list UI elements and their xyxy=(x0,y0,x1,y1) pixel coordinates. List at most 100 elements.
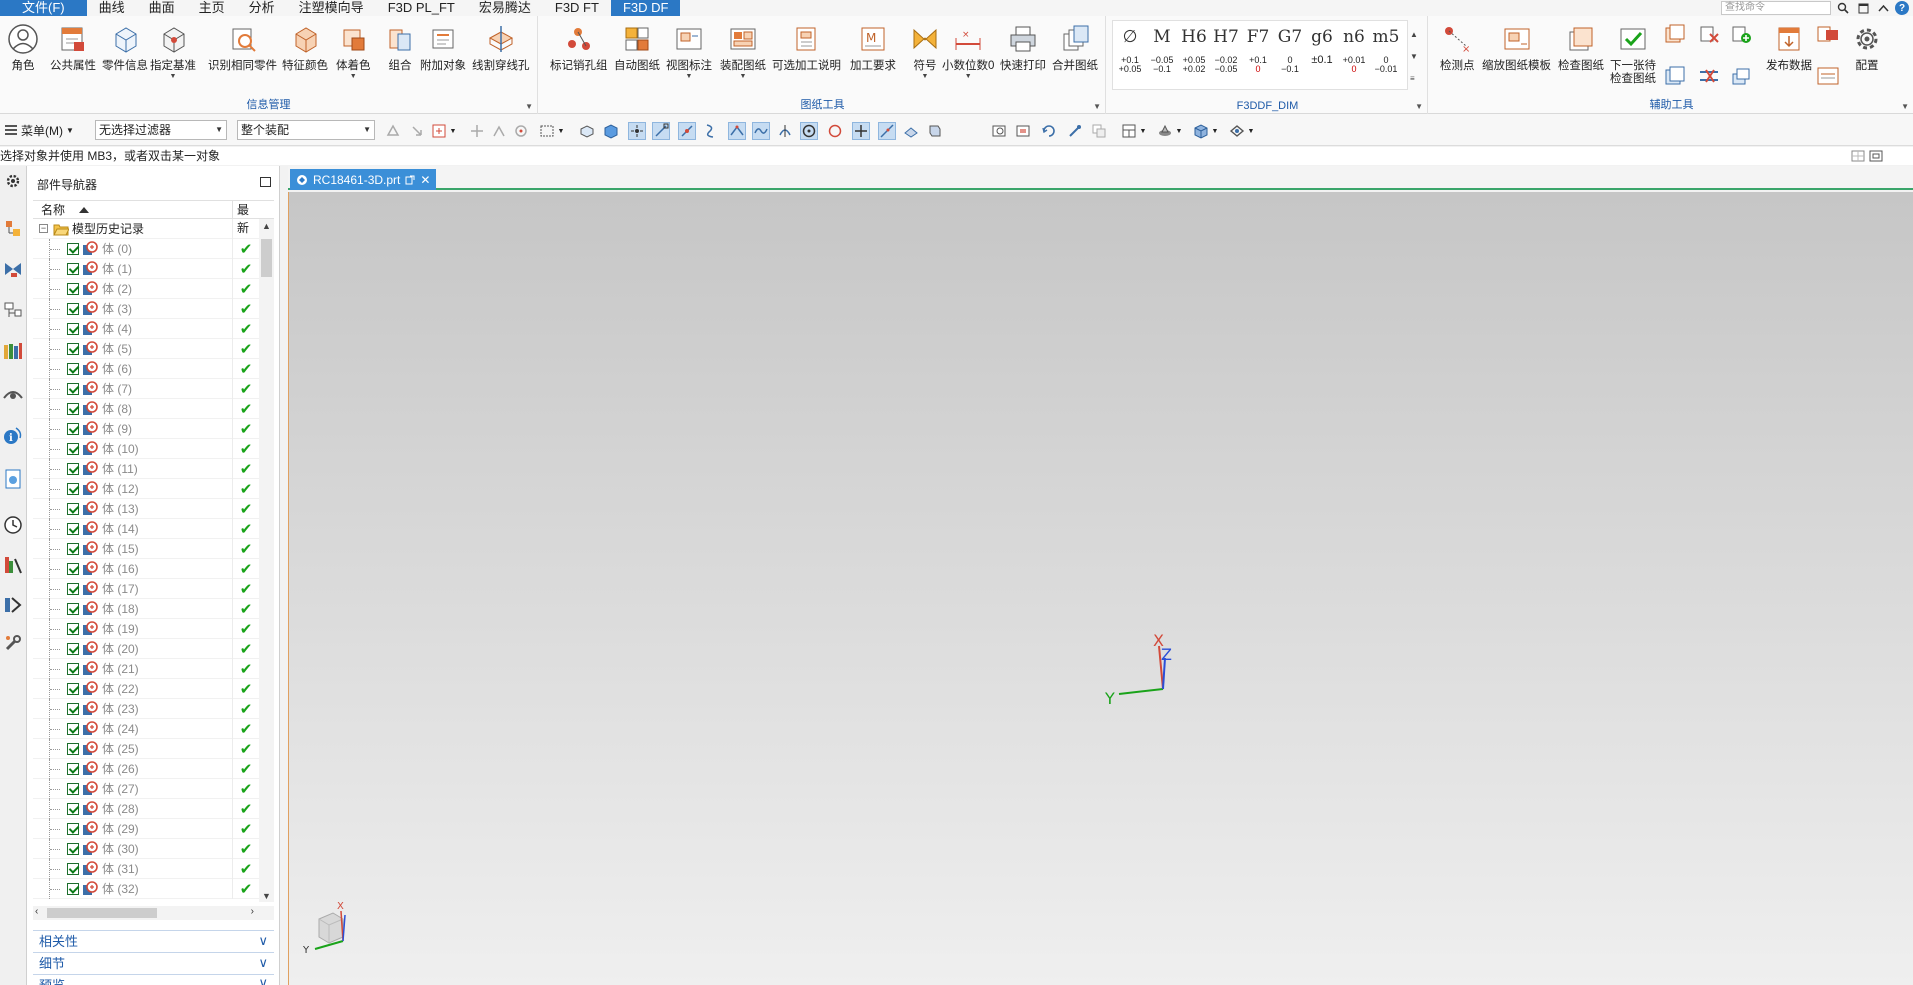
visibility-checkbox[interactable] xyxy=(67,442,79,455)
chevron-down-icon[interactable]: ▼ xyxy=(1210,122,1220,140)
menu-f3d-df[interactable]: F3D DF xyxy=(610,0,681,16)
menu-hongyi[interactable]: 宏易腾达 xyxy=(467,0,543,16)
tree-body-row[interactable]: 体 (14) ✔ xyxy=(33,518,274,539)
select-move-icon[interactable] xyxy=(468,122,486,140)
visibility-checkbox[interactable] xyxy=(67,702,79,715)
layout-icon[interactable] xyxy=(1120,122,1138,140)
view-orient-icon[interactable] xyxy=(1090,122,1108,140)
view-cube-icon[interactable] xyxy=(602,122,620,140)
chevron-down-icon[interactable]: ▼ xyxy=(1138,122,1148,140)
tree-body-row[interactable]: 体 (11) ✔ xyxy=(33,458,274,479)
snap-arrow-icon[interactable] xyxy=(408,122,426,140)
visibility-checkbox[interactable] xyxy=(67,842,79,855)
tree-body-row[interactable]: 体 (3) ✔ xyxy=(33,298,274,319)
layers-icon[interactable] xyxy=(1730,66,1754,88)
tree-body-row[interactable]: 体 (32) ✔ xyxy=(33,878,274,899)
scroll-thumb[interactable] xyxy=(47,908,157,918)
tree-horizontal-scrollbar[interactable]: ‹ › xyxy=(33,906,274,920)
render-style-icon[interactable] xyxy=(1156,122,1174,140)
column-header-name[interactable]: 名称 xyxy=(33,201,233,218)
system-materials-icon[interactable] xyxy=(2,554,24,576)
shaded-cube-icon[interactable] xyxy=(1192,122,1210,140)
visibility-checkbox[interactable] xyxy=(67,522,79,535)
tree-body-row[interactable]: 体 (16) ✔ xyxy=(33,558,274,579)
tool-feature-color[interactable]: 特征颜色 xyxy=(282,22,328,73)
dim-f7[interactable]: F7 +0.1 0 xyxy=(1242,22,1274,92)
snap-on-curve-icon[interactable] xyxy=(878,122,896,140)
select-box-icon[interactable] xyxy=(538,122,556,140)
column-header-latest[interactable]: 最新 xyxy=(233,201,259,235)
tree-vertical-scrollbar[interactable]: ▲ ▼ xyxy=(259,219,274,902)
dim-m5[interactable]: m5 0 −0.01 xyxy=(1370,22,1402,92)
tool-scale-template[interactable]: 缩放图纸模板 xyxy=(1482,22,1551,73)
tools-icon[interactable] xyxy=(2,632,24,654)
help-icon[interactable]: ? xyxy=(1895,1,1909,15)
snap-general-icon[interactable] xyxy=(384,122,402,140)
tree-body-row[interactable]: 体 (18) ✔ xyxy=(33,598,274,619)
3d-viewport[interactable]: Y X Z Y X xyxy=(288,192,1913,985)
tool-combine[interactable]: 组合 xyxy=(383,22,417,73)
tool-merge-drawings[interactable]: 合并图纸 xyxy=(1052,22,1098,73)
chevron-down-icon[interactable]: ▼ xyxy=(448,122,458,140)
tree-body-row[interactable]: 体 (5) ✔ xyxy=(33,338,274,359)
snap-mid-icon[interactable] xyxy=(678,122,696,140)
tree-body-row[interactable]: 体 (12) ✔ xyxy=(33,478,274,499)
chevron-down-icon[interactable]: ▼ xyxy=(556,122,566,140)
snap-face-icon[interactable] xyxy=(902,122,920,140)
tool-public-attr[interactable]: 公共属性 xyxy=(50,22,96,73)
visibility-checkbox[interactable] xyxy=(67,722,79,735)
tree-body-row[interactable]: 体 (9) ✔ xyxy=(33,418,274,439)
reuse-library-icon[interactable] xyxy=(2,340,24,362)
visibility-checkbox[interactable] xyxy=(67,622,79,635)
tree-body-row[interactable]: 体 (28) ✔ xyxy=(33,798,274,819)
visibility-checkbox[interactable] xyxy=(67,422,79,435)
view-triad[interactable]: Y X xyxy=(297,897,357,957)
visibility-checkbox[interactable] xyxy=(67,882,79,895)
tool-check-drawing[interactable]: 检查图纸 xyxy=(1558,22,1604,73)
tool-view-annotate[interactable]: 视图标注 ▼ xyxy=(666,22,712,81)
add-icon[interactable] xyxy=(1730,24,1754,46)
visibility-checkbox[interactable] xyxy=(67,602,79,615)
tree-body-row[interactable]: 体 (0) ✔ xyxy=(33,238,274,259)
wcs-triad[interactable]: Y X Z xyxy=(1099,632,1189,712)
view-solid-icon[interactable] xyxy=(578,122,596,140)
dim-thread[interactable]: M −0.05 −0.1 xyxy=(1146,22,1178,92)
tree-body-row[interactable]: 体 (17) ✔ xyxy=(33,578,274,599)
tool-machining-req[interactable]: M 加工要求 xyxy=(850,22,896,73)
tree-body-row[interactable]: 体 (30) ✔ xyxy=(33,838,274,859)
menu-analysis[interactable]: 分析 xyxy=(237,0,287,16)
tool-role[interactable]: 角色 xyxy=(6,22,40,73)
visualization-icon[interactable] xyxy=(2,384,24,406)
role-resource-icon[interactable] xyxy=(2,594,24,616)
menu-home[interactable]: 主页 xyxy=(187,0,237,16)
form-icon[interactable] xyxy=(1816,66,1842,88)
tool-quick-print[interactable]: 快速打印 xyxy=(1000,22,1046,73)
tree-body-row[interactable]: 体 (2) ✔ xyxy=(33,278,274,299)
snap-curve-icon[interactable] xyxy=(752,122,770,140)
snap-quadrant-icon[interactable] xyxy=(826,122,844,140)
visibility-checkbox[interactable] xyxy=(67,242,79,255)
scroll-right-icon[interactable]: › xyxy=(251,906,254,917)
history-clock-icon[interactable] xyxy=(2,514,24,536)
part-navigator-icon[interactable] xyxy=(2,300,24,322)
tree-body-row[interactable]: 体 (26) ✔ xyxy=(33,758,274,779)
command-search-input[interactable]: 查找命令 xyxy=(1721,1,1831,15)
menu-f3d-ft[interactable]: F3D FT xyxy=(543,0,611,16)
group-expander-icon[interactable]: ▼ xyxy=(525,102,533,111)
visibility-checkbox[interactable] xyxy=(67,762,79,775)
chevron-down-icon[interactable]: ▼ xyxy=(740,73,747,81)
panel-dependencies[interactable]: 相关性 ∨ xyxy=(33,930,274,950)
tree-body-row[interactable]: 体 (27) ✔ xyxy=(33,778,274,799)
tree-body-row[interactable]: 体 (24) ✔ xyxy=(33,718,274,739)
copy-blue-icon[interactable] xyxy=(1664,66,1688,88)
edge-display-icon[interactable] xyxy=(1228,122,1246,140)
menu-f3d-pl-ft[interactable]: F3D PL_FT xyxy=(376,0,467,16)
chevron-down-icon[interactable]: ▼ xyxy=(1246,122,1256,140)
scroll-thumb[interactable] xyxy=(261,239,272,277)
snap-center-icon[interactable] xyxy=(800,122,818,140)
tree-body-row[interactable]: 体 (21) ✔ xyxy=(33,658,274,679)
menu-mold-wizard[interactable]: 注塑模向导 xyxy=(287,0,376,16)
tree-body-row[interactable]: 体 (4) ✔ xyxy=(33,318,274,339)
tool-mark-pin-holes[interactable]: 标记销孔组 xyxy=(550,22,608,73)
tool-attach-object[interactable]: 附加对象 xyxy=(420,22,466,73)
